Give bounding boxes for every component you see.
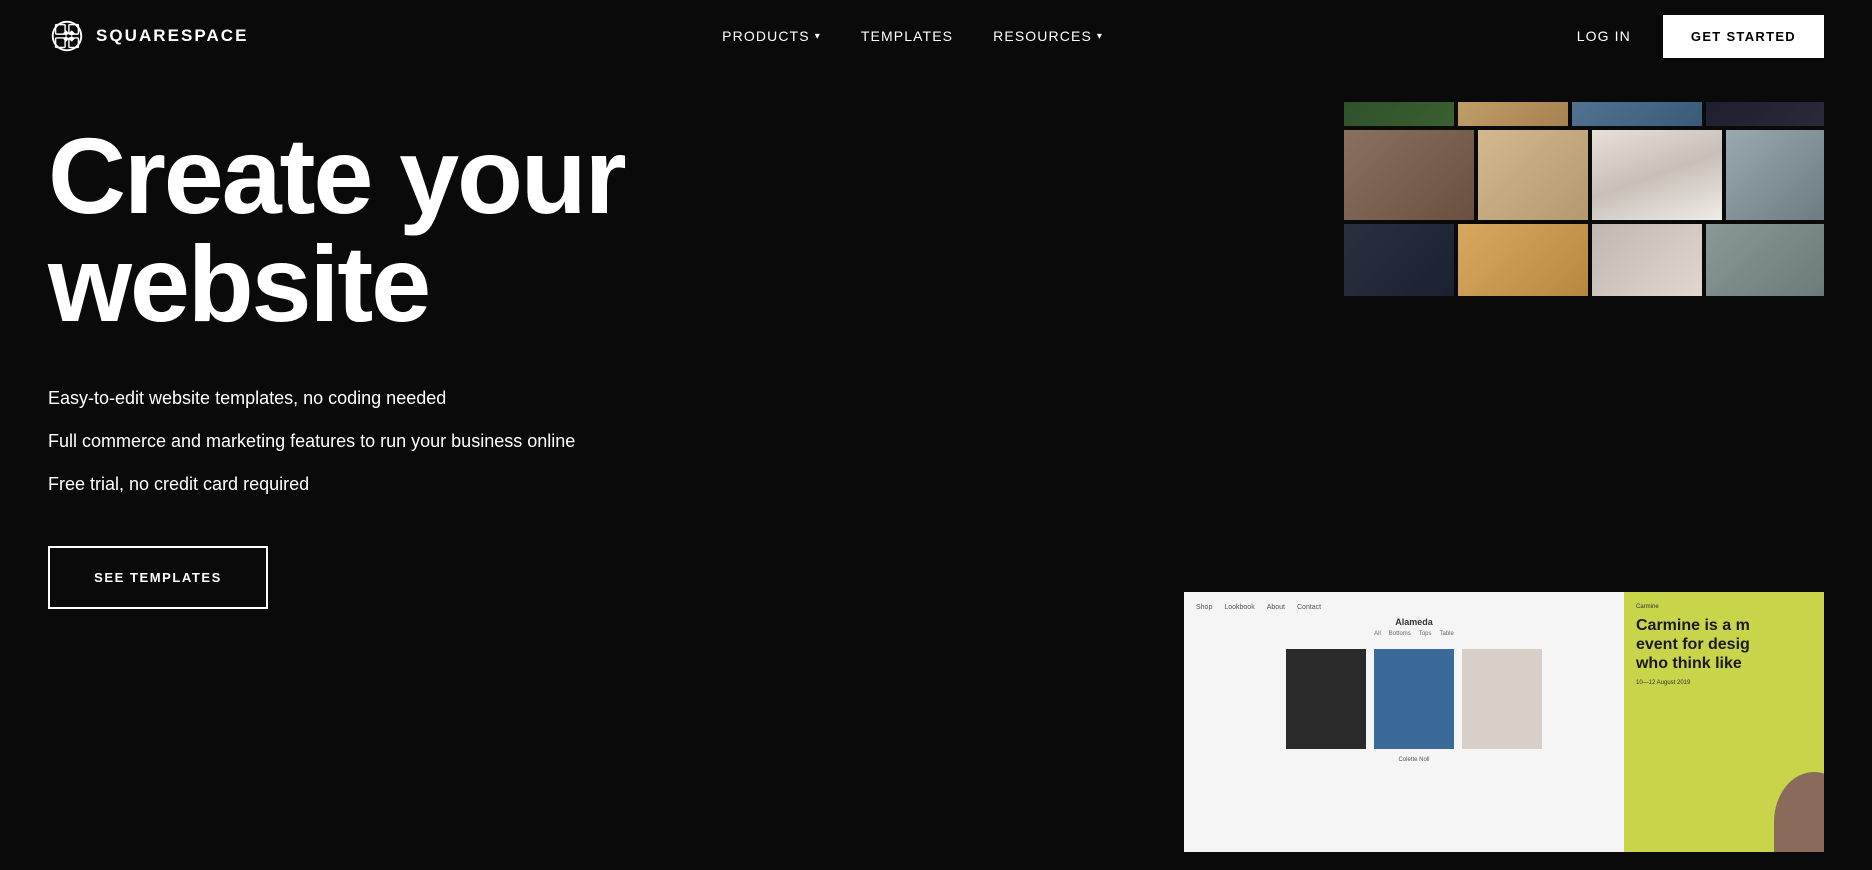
- hero-right: Shop Lookbook About Contact Alameda All …: [1025, 102, 1824, 862]
- nav-products[interactable]: PRODUCTS ▾: [722, 28, 821, 44]
- product-item-blue: [1374, 649, 1454, 749]
- gallery-tile: [1478, 130, 1588, 220]
- chevron-down-icon-2: ▾: [1097, 31, 1103, 42]
- chevron-down-icon: ▾: [815, 31, 821, 42]
- product-item-dark: [1286, 649, 1366, 749]
- gallery-tile: [1592, 130, 1722, 220]
- alameda-mockup: Shop Lookbook About Contact Alameda All …: [1184, 592, 1644, 852]
- gallery-row-3: [1344, 224, 1824, 296]
- hero-section: Create your website Easy-to-edit website…: [0, 72, 1872, 862]
- nav-resources[interactable]: RESOURCES ▾: [993, 28, 1103, 44]
- alameda-filters: All Bottoms Tops Table: [1196, 631, 1632, 637]
- carmine-template-card: Carmine Carmine is a mevent for desigwho…: [1624, 592, 1824, 862]
- gallery-tile: [1572, 102, 1702, 126]
- gallery-tile: [1458, 102, 1568, 126]
- photo-gallery-grid: [1344, 102, 1824, 300]
- product-item-light: [1462, 649, 1542, 749]
- gallery-tile: [1706, 102, 1824, 126]
- gallery-tile: [1592, 224, 1702, 296]
- gallery-tile: [1726, 130, 1824, 220]
- carmine-tag: Carmine: [1636, 604, 1824, 610]
- carmine-date: 10—12 August 2019: [1636, 680, 1824, 686]
- carmine-heading: Carmine is a mevent for desigwho think l…: [1636, 616, 1824, 674]
- squarespace-logo-icon: [48, 17, 86, 55]
- see-templates-button[interactable]: SEE TEMPLATES: [48, 546, 268, 609]
- nav-links: PRODUCTS ▾ TEMPLATES RESOURCES ▾: [722, 28, 1103, 44]
- feature-1: Easy-to-edit website templates, no codin…: [48, 386, 1025, 411]
- feature-3: Free trial, no credit card required: [48, 472, 1025, 497]
- carmine-person-image: [1774, 772, 1824, 852]
- nav-templates[interactable]: TEMPLATES: [861, 28, 953, 44]
- feature-2: Full commerce and marketing features to …: [48, 429, 1025, 454]
- gallery-tile: [1706, 224, 1824, 296]
- brand-name: SQUARESPACE: [96, 26, 248, 46]
- login-link[interactable]: LOG IN: [1577, 28, 1631, 44]
- gallery-tile: [1344, 102, 1454, 126]
- gallery-tile: [1344, 130, 1474, 220]
- hero-left: Create your website Easy-to-edit website…: [48, 102, 1025, 862]
- gallery-tile: [1458, 224, 1588, 296]
- logo-area[interactable]: SQUARESPACE: [48, 17, 248, 55]
- nav-right: LOG IN GET STARTED: [1577, 15, 1824, 58]
- hero-features: Easy-to-edit website templates, no codin…: [48, 386, 1025, 498]
- get-started-button[interactable]: GET STARTED: [1663, 15, 1824, 58]
- alameda-nav: Shop Lookbook About Contact: [1196, 604, 1632, 611]
- hero-title: Create your website: [48, 122, 1025, 338]
- gallery-tile: [1344, 224, 1454, 296]
- gallery-row-1: [1344, 102, 1824, 126]
- alameda-template-card: Shop Lookbook About Contact Alameda All …: [1184, 592, 1644, 862]
- gallery-row-2: [1344, 130, 1824, 220]
- carmine-mockup: Carmine Carmine is a mevent for desigwho…: [1624, 592, 1824, 852]
- alameda-title: Alameda: [1196, 617, 1632, 627]
- navbar: SQUARESPACE PRODUCTS ▾ TEMPLATES RESOURC…: [0, 0, 1872, 72]
- alameda-brand-name: Colette Noll: [1196, 757, 1632, 763]
- alameda-products: [1196, 649, 1632, 749]
